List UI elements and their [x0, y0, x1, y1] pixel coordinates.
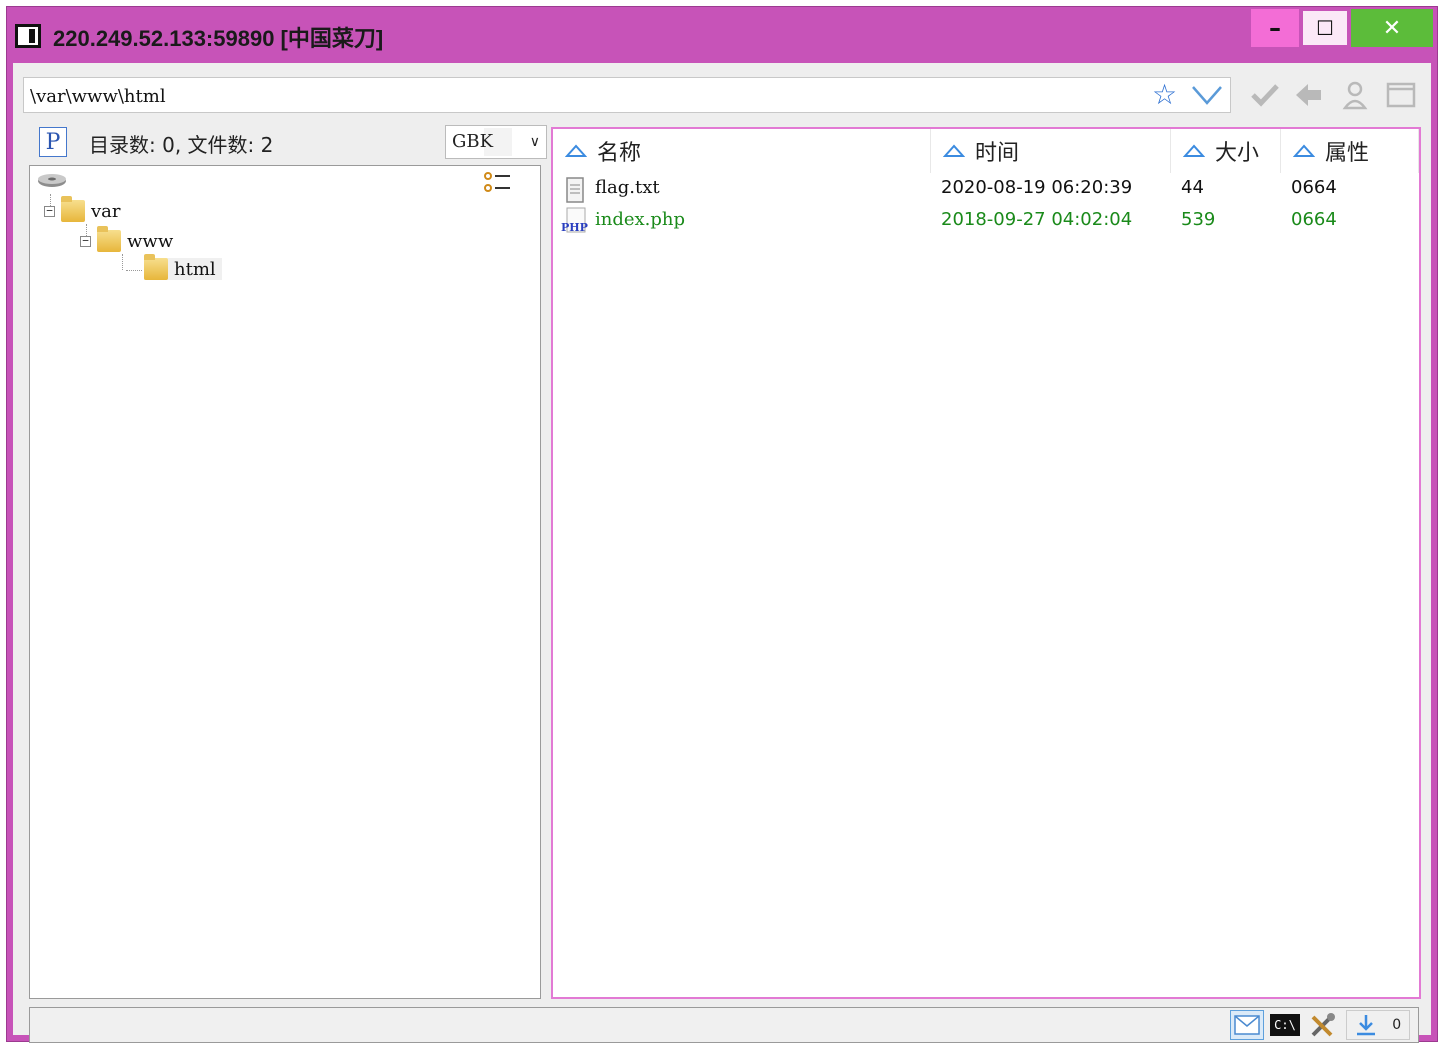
- php-file-icon: PHP: [561, 207, 588, 234]
- directory-tree[interactable]: − var − www html: [29, 165, 541, 999]
- column-header-name[interactable]: 名称: [553, 129, 931, 173]
- encoding-value: GBK: [452, 131, 494, 152]
- download-icon: [1356, 1015, 1375, 1036]
- file-time: 2020-08-19 06:20:39: [941, 177, 1133, 198]
- p-icon[interactable]: P: [39, 127, 67, 157]
- svg-text:PHP: PHP: [561, 221, 588, 234]
- minimize-button[interactable]: –: [1251, 9, 1299, 47]
- drive-icon[interactable]: [36, 172, 68, 192]
- download-count: 0: [1392, 1017, 1402, 1033]
- title-bar[interactable]: 220.249.52.133:59890 [中国菜刀] – ☐ ✕: [7, 7, 1437, 63]
- terminal-icon[interactable]: C:\: [1270, 1014, 1300, 1036]
- minimize-icon: –: [1269, 14, 1281, 42]
- window-icon[interactable]: [1385, 79, 1417, 111]
- file-size: 44: [1181, 177, 1204, 198]
- left-panel-header: P 目录数: 0, 文件数: 2 GBK ∨: [29, 123, 547, 161]
- close-icon: ✕: [1382, 15, 1402, 41]
- file-attr: 0664: [1291, 209, 1337, 230]
- user-icon[interactable]: [1339, 79, 1371, 111]
- status-icons: C:\ 0: [1230, 1010, 1410, 1040]
- column-header-size[interactable]: 大小: [1171, 129, 1281, 173]
- maximize-button[interactable]: ☐: [1301, 9, 1349, 47]
- open-folder-icon: [144, 254, 168, 280]
- file-list[interactable]: 名称 时间 大小 属性 flag.txt 2020-08-19 06:20:39…: [551, 127, 1421, 999]
- app-icon: [15, 24, 41, 48]
- file-time: 2018-09-27 04:02:04: [941, 209, 1133, 230]
- client-area: ☆ P 目录数: 0, 文件数: 2 GBK ∨: [13, 63, 1431, 1043]
- list-view-icon[interactable]: [482, 170, 512, 196]
- path-input[interactable]: [28, 82, 1142, 110]
- tree-item-var[interactable]: − var: [44, 196, 121, 222]
- sort-arrow-icon: [1293, 144, 1315, 157]
- tree-item-html[interactable]: html: [144, 254, 222, 280]
- app-window: 220.249.52.133:59890 [中国菜刀] – ☐ ✕ ☆ P 目: [6, 6, 1438, 1043]
- address-bar: ☆: [23, 77, 1231, 113]
- back-arrow-icon[interactable]: [1293, 79, 1325, 111]
- collapse-icon[interactable]: −: [44, 205, 55, 217]
- status-bar: C:\ 0: [29, 1007, 1419, 1043]
- star-icon[interactable]: ☆: [1152, 80, 1177, 110]
- count-summary: 目录数: 0, 文件数: 2: [89, 133, 274, 157]
- tree-item-www[interactable]: − www: [80, 226, 173, 252]
- window-title: 220.249.52.133:59890 [中国菜刀]: [53, 26, 384, 51]
- mail-icon[interactable]: [1230, 1010, 1264, 1040]
- download-queue[interactable]: 0: [1346, 1010, 1410, 1040]
- check-icon[interactable]: [1249, 79, 1281, 111]
- column-header-time[interactable]: 时间: [931, 129, 1171, 173]
- folder-icon: [97, 226, 121, 252]
- table-row[interactable]: PHP index.php 2018-09-27 04:02:04 539 06…: [553, 207, 1419, 237]
- collapse-icon[interactable]: −: [80, 235, 91, 247]
- table-row[interactable]: flag.txt 2020-08-19 06:20:39 44 0664: [553, 175, 1419, 205]
- file-size: 539: [1181, 209, 1216, 230]
- file-attr: 0664: [1291, 177, 1337, 198]
- tools-icon[interactable]: [1306, 1010, 1340, 1040]
- maximize-icon: ☐: [1316, 16, 1334, 40]
- chevron-down-icon: ∨: [529, 134, 540, 150]
- encoding-select[interactable]: GBK ∨: [445, 125, 547, 159]
- file-name: index.php: [595, 209, 686, 230]
- chevron-down-icon[interactable]: [1190, 81, 1224, 109]
- folder-icon: [61, 196, 85, 222]
- column-header-attr[interactable]: 属性: [1281, 129, 1419, 173]
- file-name: flag.txt: [595, 177, 660, 198]
- text-file-icon: [566, 177, 584, 203]
- sort-arrow-icon: [943, 144, 965, 157]
- sort-arrow-icon: [565, 144, 587, 157]
- sort-arrow-icon: [1183, 144, 1205, 157]
- close-button[interactable]: ✕: [1351, 9, 1433, 47]
